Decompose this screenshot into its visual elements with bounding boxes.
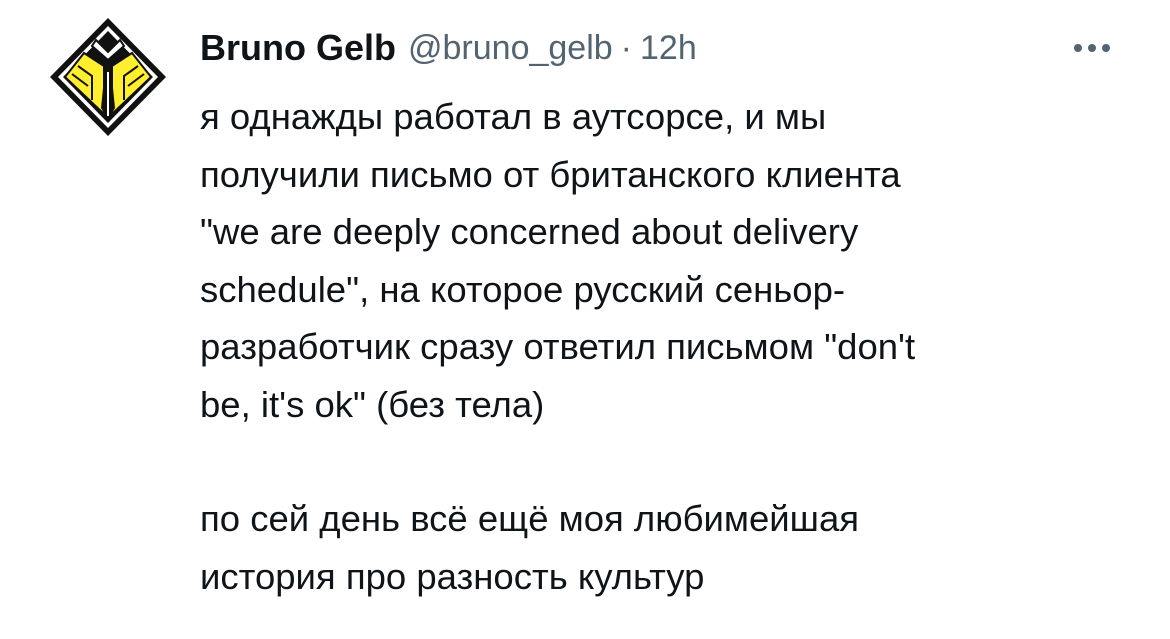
text-line: история про разность культур xyxy=(200,555,705,597)
text-line: разработчик сразу ответил письмом "don't xyxy=(200,326,916,367)
tweet-paragraph: по сей день всё ещё моя любимейшая истор… xyxy=(200,490,1140,605)
text-line: schedule", на которое русский сеньор- xyxy=(200,268,846,310)
yellow-diamond-tie-logo-icon xyxy=(50,18,166,136)
text-line: получили письмо от британского клиента xyxy=(200,153,901,195)
more-dots-icon xyxy=(1074,44,1110,52)
avatar[interactable] xyxy=(48,16,168,138)
more-options-button[interactable] xyxy=(1062,30,1122,66)
timestamp[interactable]: 12h xyxy=(640,29,697,68)
text-line: по сей день всё ещё моя любимейшая xyxy=(200,498,860,539)
text-line: "we are deeply concerned about delivery xyxy=(200,211,859,252)
tweet-text: я однажды работал в аутсорсе, и мы получ… xyxy=(200,88,1140,605)
text-line: я однажды работал в аутсорсе, и мы xyxy=(200,96,827,137)
text-line: be, it's ok" (без тела) xyxy=(200,383,545,425)
author-handle[interactable]: @bruno_gelb xyxy=(408,29,613,68)
tweet-header: Bruno Gelb @bruno_gelb · 12h xyxy=(200,26,697,70)
tweet[interactable]: Bruno Gelb @bruno_gelb · 12h я однажды р… xyxy=(0,0,1170,639)
author-name[interactable]: Bruno Gelb xyxy=(200,27,396,69)
tweet-paragraph: я однажды работал в аутсорсе, и мы получ… xyxy=(200,88,1140,433)
separator-dot: · xyxy=(620,28,632,67)
